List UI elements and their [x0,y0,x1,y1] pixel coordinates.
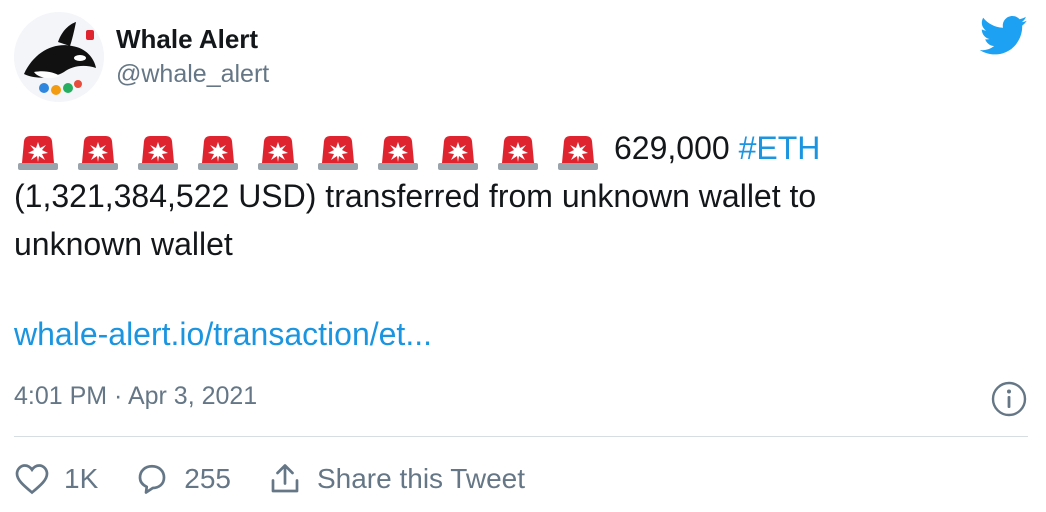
reply-count: 255 [184,463,231,494]
reply-bubble-icon [138,464,166,494]
tweet-line-2: (1,321,384,522 USD) transferred from unk… [14,178,817,214]
police-car-light-emoji-icon [254,133,302,173]
police-car-light-emoji-icon [194,133,242,173]
police-car-light-emoji-icon [14,133,62,173]
police-car-light-emoji-icon [74,133,122,173]
tweet-timestamp[interactable]: 4:01 PM · Apr 3, 2021 [14,382,257,411]
tweet-actions: 1K 255 Share this Tweet [14,458,561,500]
hashtag-eth[interactable]: #ETH [739,130,821,166]
police-car-light-emoji-icon [314,133,362,173]
tweet-text: 629,000 #ETH (1,321,384,522 USD) transfe… [14,124,1014,268]
transfer-amount: 629,000 [614,130,730,166]
siren-row [14,127,614,175]
author-display-name[interactable]: Whale Alert [116,24,258,55]
transaction-link[interactable]: whale-alert.io/transaction/et... [14,316,432,353]
info-icon[interactable] [990,380,1028,418]
tweet-line-1: 629,000 #ETH [14,124,1014,172]
avatar[interactable] [14,12,104,102]
share-icon [271,464,299,493]
police-car-light-emoji-icon [554,133,602,173]
police-car-light-emoji-icon [494,133,542,173]
divider [14,436,1028,437]
twitter-bird-icon[interactable] [980,16,1028,56]
whale-avatar-icon [14,12,104,102]
author-handle[interactable]: @whale_alert [116,60,269,89]
share-button[interactable]: Share this Tweet [267,461,525,497]
tweet-line-3: unknown wallet [14,226,233,262]
reply-button[interactable]: 255 [134,461,231,497]
like-button[interactable]: 1K [14,461,98,497]
share-label: Share this Tweet [316,463,526,494]
heart-icon [15,464,49,495]
police-car-light-emoji-icon [434,133,482,173]
police-car-light-emoji-icon [134,133,182,173]
like-count: 1K [64,463,99,494]
police-car-light-emoji-icon [374,133,422,173]
